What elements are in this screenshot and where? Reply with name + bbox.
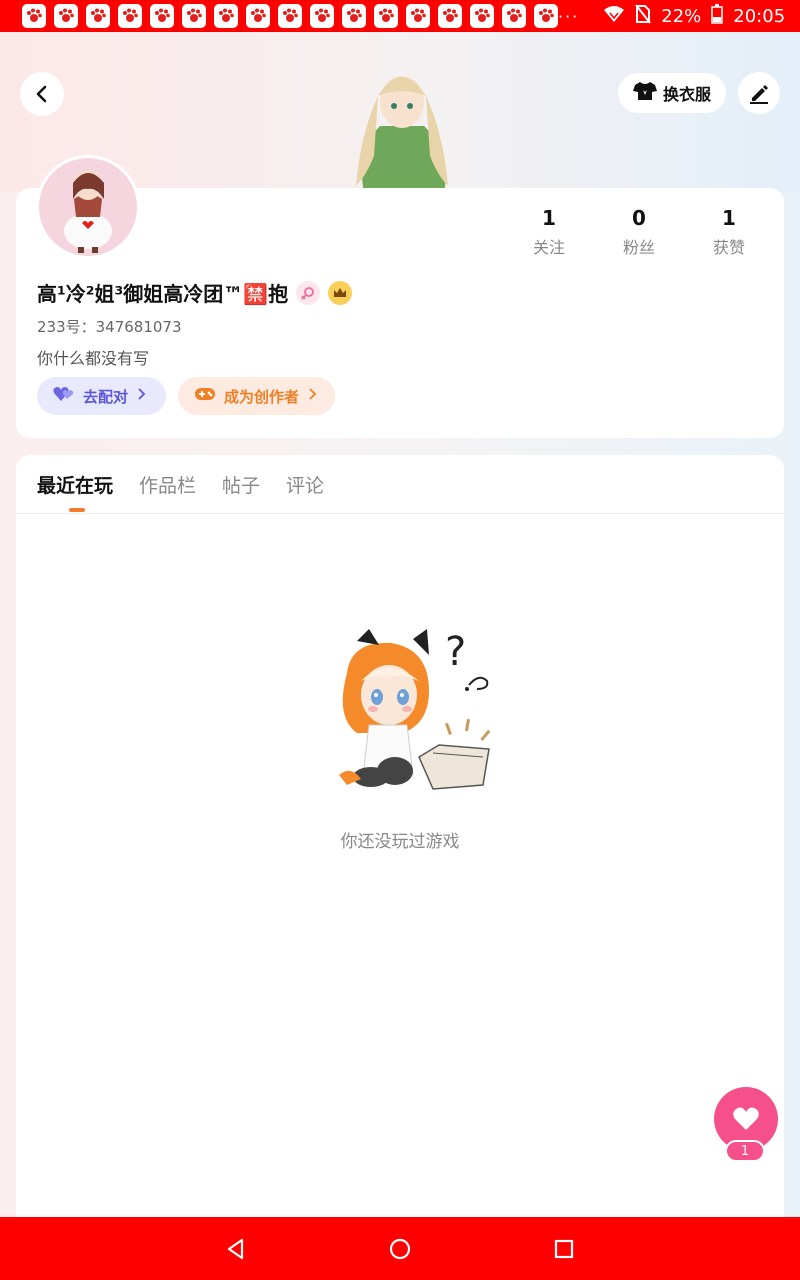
change-outfit-label: 换衣服	[662, 85, 711, 104]
action-pills: 去配对 成为创作者	[37, 377, 335, 415]
paw-app-icon	[246, 4, 270, 28]
change-outfit-button[interactable]: 换衣服	[618, 73, 726, 113]
paw-app-icon	[182, 4, 206, 28]
bio: 你什么都没有写	[37, 349, 150, 368]
profile-avatar[interactable]	[36, 155, 140, 259]
match-button[interactable]: 去配对	[37, 377, 166, 415]
edit-profile-button[interactable]	[738, 72, 780, 114]
paw-app-icon	[150, 4, 174, 28]
empty-state-message: 你还没玩过游戏	[340, 832, 460, 852]
become-creator-button[interactable]: 成为创作者	[178, 377, 335, 415]
nickname: 高¹冷²姐³御姐高冷团™🈲抱	[37, 282, 289, 306]
likes-received-label: 获赞	[712, 238, 745, 257]
notification-icons	[22, 4, 558, 28]
tab-works[interactable]: 作品栏	[139, 471, 196, 498]
hearts-icon	[53, 386, 75, 406]
paw-app-icon	[54, 4, 78, 28]
tab-posts[interactable]: 帖子	[222, 471, 260, 498]
nav-back-button[interactable]	[222, 1235, 250, 1263]
paw-app-icon	[342, 4, 366, 28]
circle-home-icon	[389, 1238, 411, 1259]
empty-state-illustration: ?	[321, 625, 501, 797]
heart-icon	[733, 1107, 759, 1130]
battery-level: 22%	[661, 5, 702, 27]
stat-followers[interactable]: 0 粉丝	[594, 206, 684, 258]
triangle-back-icon	[227, 1238, 244, 1259]
active-tab-indicator	[69, 508, 85, 512]
square-recents-icon	[554, 1239, 574, 1258]
followers-label: 粉丝	[622, 238, 655, 257]
pencil-icon	[750, 85, 768, 104]
status-right: ··· 22% 20:05	[558, 3, 786, 29]
tab-bar: 最近在玩 作品栏 帖子 评论	[37, 471, 324, 498]
tab-recently-played[interactable]: 最近在玩	[37, 471, 113, 498]
likes-received-count: 1	[722, 206, 736, 230]
stat-following[interactable]: 1 关注	[504, 206, 594, 258]
like-count-badge: 1	[725, 1140, 765, 1162]
paw-app-icon	[86, 4, 110, 28]
paw-app-icon	[502, 4, 526, 28]
paw-app-icon	[534, 4, 558, 28]
back-button[interactable]	[20, 72, 64, 116]
paw-app-icon	[310, 4, 334, 28]
stats-row: 1 关注 0 粉丝 1 获赞	[504, 206, 774, 258]
chevron-right-icon	[136, 387, 146, 405]
nickname-row: 高¹冷²姐³御姐高冷团™🈲抱	[37, 278, 353, 307]
more-notifications-indicator: ···	[558, 6, 580, 26]
svg-text:?: ?	[445, 629, 466, 675]
match-label: 去配对	[83, 387, 129, 406]
user-id: 233号：347681073	[37, 318, 182, 336]
battery-charging-icon	[711, 3, 724, 29]
wifi-icon	[603, 5, 625, 28]
paw-app-icon	[438, 4, 462, 28]
stat-likes[interactable]: 1 获赞	[684, 206, 774, 258]
paw-app-icon	[214, 4, 238, 28]
tab-divider	[16, 513, 784, 514]
system-nav-bar	[0, 1217, 800, 1280]
paw-app-icon	[374, 4, 398, 28]
crown-icon	[328, 280, 353, 305]
chevron-right-icon	[307, 387, 317, 405]
avatar-image	[39, 158, 137, 256]
paw-app-icon	[470, 4, 494, 28]
followers-count: 0	[632, 206, 646, 230]
content-card: 最近在玩 作品栏 帖子 评论 ? 你还没玩过游戏	[16, 455, 784, 1235]
following-count: 1	[542, 206, 556, 230]
become-creator-label: 成为创作者	[224, 387, 300, 406]
tshirt-icon	[632, 81, 657, 105]
paw-app-icon	[118, 4, 142, 28]
nav-home-button[interactable]	[386, 1235, 414, 1263]
back-arrow-icon	[36, 85, 47, 103]
following-label: 关注	[532, 238, 565, 257]
female-icon	[296, 280, 321, 305]
no-sim-icon	[635, 3, 652, 29]
nav-recents-button[interactable]	[550, 1235, 578, 1263]
gamepad-icon	[194, 386, 216, 406]
clock: 20:05	[733, 5, 786, 27]
status-bar: ··· 22% 20:05	[0, 0, 800, 32]
paw-app-icon	[22, 4, 46, 28]
tab-comments[interactable]: 评论	[286, 471, 324, 498]
paw-app-icon	[406, 4, 430, 28]
paw-app-icon	[278, 4, 302, 28]
